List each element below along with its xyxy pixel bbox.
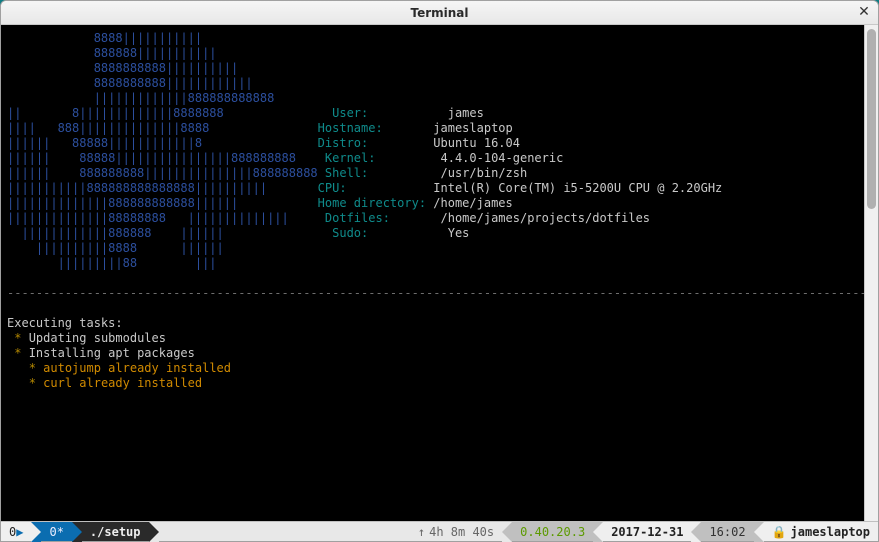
ascii-logo: 8888||||||||||| 888888||||||||||| 888888…	[7, 31, 722, 270]
bullet-icon: *	[14, 331, 21, 345]
info-value: Yes	[448, 226, 470, 240]
info-value: 4.4.0-104-generic	[441, 151, 564, 165]
divider: ----------------------------------------…	[7, 286, 864, 300]
window-title: Terminal	[410, 6, 468, 20]
info-value: /home/james	[433, 196, 512, 210]
info-label: Dotfiles:	[325, 211, 390, 225]
info-label: Kernel:	[325, 151, 376, 165]
chevron-left-icon	[593, 522, 603, 542]
info-value: /home/james/projects/dotfiles	[441, 211, 651, 225]
chevron-left-icon	[502, 522, 512, 542]
task-item: Updating submodules	[29, 331, 166, 345]
chevron-right-icon	[149, 522, 159, 542]
status-time: 16:02	[701, 522, 753, 541]
status-date: 2017-12-31	[603, 522, 691, 541]
bullet-icon: *	[14, 346, 21, 360]
bullet-icon: *	[29, 376, 36, 390]
terminal-output[interactable]: 8888||||||||||| 888888||||||||||| 888888…	[1, 25, 864, 521]
tmux-statusbar: 0 ▶ 0* ./setup ↑4h 8m 40s 0.4 0.2 0.3 20…	[1, 521, 878, 541]
status-spacer	[159, 522, 410, 541]
info-label: Home directory:	[318, 196, 426, 210]
info-value: james	[448, 106, 484, 120]
task-item: Installing apt packages	[29, 346, 195, 360]
task-subitem: autojump already installed	[43, 361, 231, 375]
info-label: Distro:	[318, 136, 369, 150]
info-label: Shell:	[325, 166, 368, 180]
close-icon[interactable]: ✕	[856, 5, 872, 21]
titlebar[interactable]: Terminal ✕	[1, 1, 878, 25]
bullet-icon: *	[29, 361, 36, 375]
status-current-cmd[interactable]: ./setup	[82, 522, 149, 541]
status-loadavg: 0.4 0.2 0.3	[512, 522, 593, 541]
chevron-right-icon	[31, 522, 41, 542]
info-label: User:	[332, 106, 368, 120]
scrollbar[interactable]	[864, 25, 878, 521]
info-value: /usr/bin/zsh	[441, 166, 528, 180]
info-label: Sudo:	[332, 226, 368, 240]
info-value: jameslaptop	[433, 121, 512, 135]
lock-icon: 🔒	[772, 525, 787, 539]
info-label: CPU:	[318, 181, 347, 195]
up-arrow-icon: ↑	[418, 525, 425, 539]
task-subitem: curl already installed	[43, 376, 202, 390]
status-window-tab[interactable]: 0*	[41, 522, 71, 541]
chevron-left-icon	[754, 522, 764, 542]
terminal-body: 8888||||||||||| 888888||||||||||| 888888…	[1, 25, 878, 521]
info-value: Ubuntu 16.04	[433, 136, 520, 150]
status-uptime: ↑4h 8m 40s	[410, 522, 502, 541]
info-value: Intel(R) Core(TM) i5-5200U CPU @ 2.20GHz	[433, 181, 722, 195]
info-label: Hostname:	[318, 121, 383, 135]
exec-header: Executing tasks:	[7, 316, 123, 330]
chevron-right-icon	[72, 522, 82, 542]
status-host: 🔒jameslaptop	[764, 522, 878, 541]
chevron-left-icon	[691, 522, 701, 542]
scrollbar-thumb[interactable]	[867, 29, 876, 209]
terminal-window: Terminal ✕ 8888||||||||||| 888888|||||||…	[0, 0, 879, 542]
status-session-index[interactable]: 0 ▶	[1, 522, 31, 541]
